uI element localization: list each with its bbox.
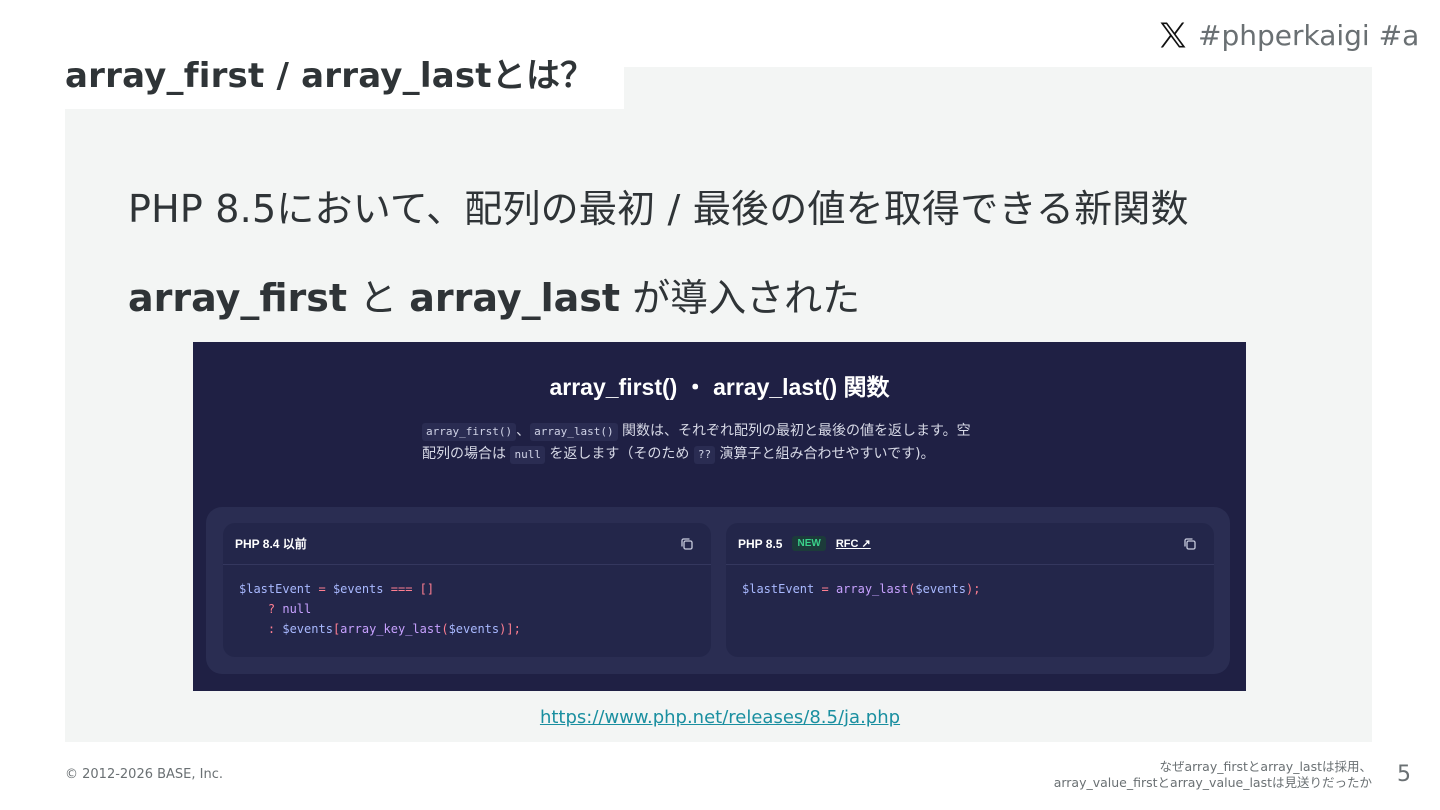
- code-card-after: PHP 8.5 NEW RFC ↗ $lastEvent = array_las…: [726, 523, 1214, 657]
- code-token: $events: [332, 582, 384, 596]
- description-text: を返します（そのため: [544, 446, 694, 462]
- x-logo-icon: [1160, 22, 1186, 48]
- description-text: 配列の場合は: [422, 446, 511, 462]
- code-chip: ??: [693, 446, 716, 464]
- lead-tail: が導入された: [620, 276, 861, 320]
- separator: 、: [516, 423, 531, 439]
- description-line-1: array_first()、 array_last() 関数は、それぞれ配列の最初…: [422, 420, 1042, 443]
- code-token: );: [966, 582, 981, 596]
- code-chip: array_first(): [422, 423, 517, 441]
- copy-icon[interactable]: [1182, 536, 1198, 552]
- screenshot-title: array_first() ・ array_last() 関数: [549, 374, 890, 400]
- copyright: © 2012-2026 BASE, Inc.: [65, 767, 224, 782]
- description-text: 演算子と組み合わせやすいです)。: [715, 446, 935, 462]
- code-token: array_last: [835, 582, 909, 596]
- code-token: $lastEvent: [239, 582, 312, 596]
- code-token: =: [814, 582, 836, 596]
- code-token: $events: [448, 622, 500, 636]
- code-token: )];: [499, 622, 521, 636]
- hashtag-header: #phperkaigi #a: [1158, 16, 1419, 54]
- fn-name-last: array_last: [409, 276, 621, 320]
- lead-line-2: array_first と array_last が導入された: [128, 267, 860, 322]
- code-token: ?: [267, 602, 283, 616]
- rfc-link[interactable]: RFC ↗: [836, 537, 871, 550]
- code-token: array_key_last: [340, 622, 442, 636]
- description-line-2: 配列の場合は null を返します（そのため ?? 演算子と組み合わせやすいです…: [422, 443, 1042, 466]
- code-chip: null: [510, 446, 545, 464]
- copy-icon[interactable]: [679, 536, 695, 552]
- code-token: $lastEvent: [742, 582, 815, 596]
- card-header: PHP 8.5 NEW RFC ↗: [726, 523, 1214, 565]
- code-token: []: [419, 582, 435, 596]
- code-token: $events: [282, 622, 333, 636]
- code-token: (: [441, 622, 449, 636]
- code-card-before: PHP 8.4 以前 $lastEvent = $events === [] ?…: [223, 523, 711, 657]
- new-badge: NEW: [792, 536, 826, 551]
- talk-title-line-2: array_value_firstとarray_value_lastは見送りだっ…: [1053, 775, 1372, 790]
- code-token: ===: [383, 582, 420, 596]
- card-header: PHP 8.4 以前: [223, 523, 711, 565]
- talk-title: なぜarray_firstとarray_lastは採用、 array_value…: [1054, 759, 1372, 791]
- code-block-before: $lastEvent = $events === [] ? null : $ev…: [239, 579, 521, 639]
- code-token: =: [311, 582, 333, 596]
- php-release-screenshot: array_first() ・ array_last() 関数 array_fi…: [193, 342, 1246, 691]
- code-comparison: PHP 8.4 以前 $lastEvent = $events === [] ?…: [206, 507, 1230, 674]
- lead-line-1: PHP 8.5において、配列の最初 / 最後の値を取得できる新関数: [128, 187, 1189, 231]
- screenshot-description: array_first()、 array_last() 関数は、それぞれ配列の最初…: [422, 420, 1042, 466]
- lead-connector: と: [347, 276, 410, 320]
- description-text: 関数は、それぞれ配列の最初と最後の値を返します。空: [617, 423, 971, 439]
- code-token: :: [267, 622, 283, 636]
- fn-name-first: array_first: [128, 276, 348, 320]
- version-label: PHP 8.5: [738, 536, 783, 551]
- talk-title-line-1: なぜarray_firstとarray_lastは採用、: [1159, 759, 1372, 774]
- slide-title: array_first / array_lastとは？: [65, 56, 595, 96]
- code-chip: array_last(): [530, 423, 618, 441]
- hashtag-text: #phperkaigi #a: [1198, 18, 1420, 52]
- page-number: 5: [1397, 762, 1411, 787]
- source-link[interactable]: https://www.php.net/releases/8.5/ja.php: [0, 707, 1440, 728]
- code-block-after: $lastEvent = array_last($events);: [742, 579, 980, 599]
- code-token: null: [282, 602, 312, 616]
- version-label: PHP 8.4 以前: [235, 537, 307, 551]
- code-token: $events: [915, 582, 966, 596]
